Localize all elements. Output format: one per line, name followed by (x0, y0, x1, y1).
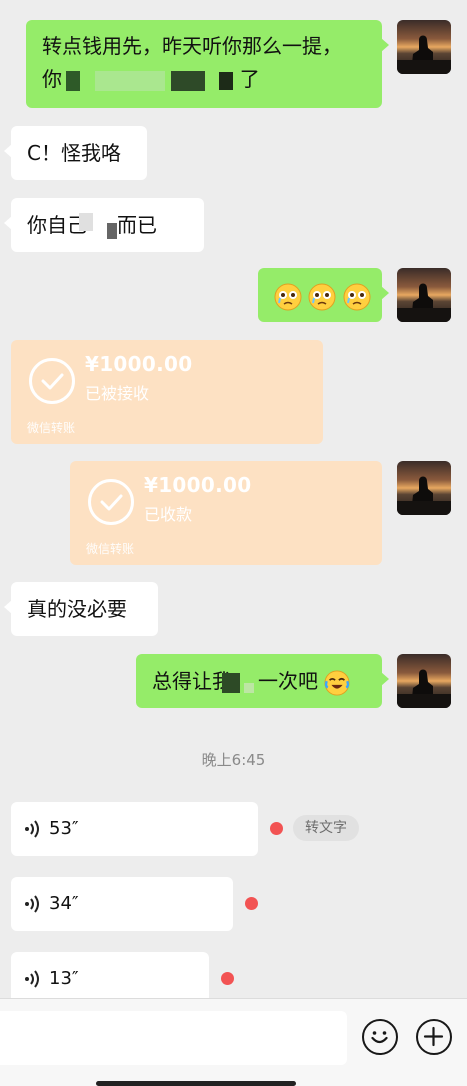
message-text: 转点钱用先，昨天听你那么一提， (42, 34, 342, 58)
voice-message[interactable]: 34″ (11, 877, 233, 931)
avatar[interactable] (397, 20, 451, 74)
redaction-mask (79, 212, 93, 231)
transfer-amount: ¥1000.00 (144, 473, 252, 497)
transfer-card-received[interactable]: ¥1000.00 已被接收 微信转账 (11, 340, 323, 444)
message-text: 而已 (117, 213, 157, 237)
avatar[interactable] (397, 268, 451, 322)
smiley-icon[interactable] (362, 1019, 398, 1055)
avatar-image-icon (397, 654, 451, 708)
voice-wave-icon (25, 895, 39, 913)
redaction-mask (107, 222, 117, 239)
transfer-footer: 微信转账 (86, 542, 135, 556)
checkmark-circle-icon (88, 479, 134, 525)
unread-dot (245, 897, 258, 910)
message-text: 你 (42, 67, 62, 91)
checkmark-circle-icon (29, 358, 75, 404)
voice-message[interactable]: 53″ (11, 802, 258, 856)
transfer-footer: 微信转账 (27, 421, 76, 435)
message-bubble-received[interactable]: 你自己 而已 (4, 198, 204, 252)
bubble-tail (381, 38, 389, 52)
bubble-tail (381, 672, 389, 686)
redaction-mask (66, 70, 81, 91)
laughing-tears-face-icon (324, 669, 350, 696)
message-text: 总得让我 (152, 669, 232, 693)
bubble-tail (381, 286, 389, 300)
voice-wave-icon (25, 970, 39, 988)
message-text: C！怪我咯 (27, 141, 121, 165)
message-timestamp: 晚上6:45 (201, 751, 266, 769)
chat-input-bar (0, 998, 467, 1086)
flushed-crying-face-icon (343, 283, 371, 310)
home-indicator (96, 1081, 296, 1086)
avatar-image-icon (397, 268, 451, 322)
avatar[interactable] (397, 654, 451, 708)
redaction-mask (171, 70, 206, 91)
message-text: 真的没必要 (27, 597, 127, 621)
redaction-mask (94, 70, 165, 91)
message-bubble-received[interactable]: C！怪我咯 (4, 126, 147, 180)
transfer-amount: ¥1000.00 (85, 352, 193, 376)
transfer-status: 已收款 (144, 505, 193, 524)
bubble-tail (4, 216, 12, 230)
avatar[interactable] (397, 461, 451, 515)
message-text: 一次吧 (258, 669, 318, 693)
voice-duration: 53″ (49, 818, 79, 839)
voice-duration: 34″ (49, 893, 79, 914)
redaction-mask (219, 71, 234, 90)
transfer-card-sent[interactable]: ¥1000.00 已收款 微信转账 (70, 461, 382, 565)
avatar-image-icon (397, 461, 451, 515)
voice-duration: 13″ (49, 968, 79, 989)
bubble-tail (4, 144, 12, 158)
unread-dot (270, 822, 283, 835)
avatar-image-icon (397, 20, 451, 74)
emoji-sequence (274, 283, 371, 310)
message-text-line2: 你 了 (42, 63, 366, 96)
message-text: 你自己 (27, 213, 87, 237)
plus-icon[interactable] (416, 1019, 452, 1055)
flushed-crying-face-icon (308, 283, 336, 310)
bubble-tail (4, 600, 12, 614)
message-bubble-received[interactable]: 真的没必要 (4, 582, 158, 636)
flushed-crying-face-icon (274, 283, 302, 310)
message-bubble-sent[interactable]: 转点钱用先，昨天听你那么一提， 你 了 (26, 20, 389, 108)
convert-to-text-button[interactable]: 转文字 (293, 815, 359, 841)
message-bubble-sent[interactable] (258, 268, 389, 322)
voice-wave-icon (25, 820, 39, 838)
redaction-mask (222, 672, 240, 693)
message-input[interactable] (0, 1011, 347, 1065)
unread-dot (221, 972, 234, 985)
redaction-mask (244, 682, 254, 693)
message-text: 了 (239, 67, 260, 91)
message-bubble-sent[interactable]: 总得让我 一次吧 (136, 654, 389, 708)
transfer-status: 已被接收 (85, 384, 150, 403)
